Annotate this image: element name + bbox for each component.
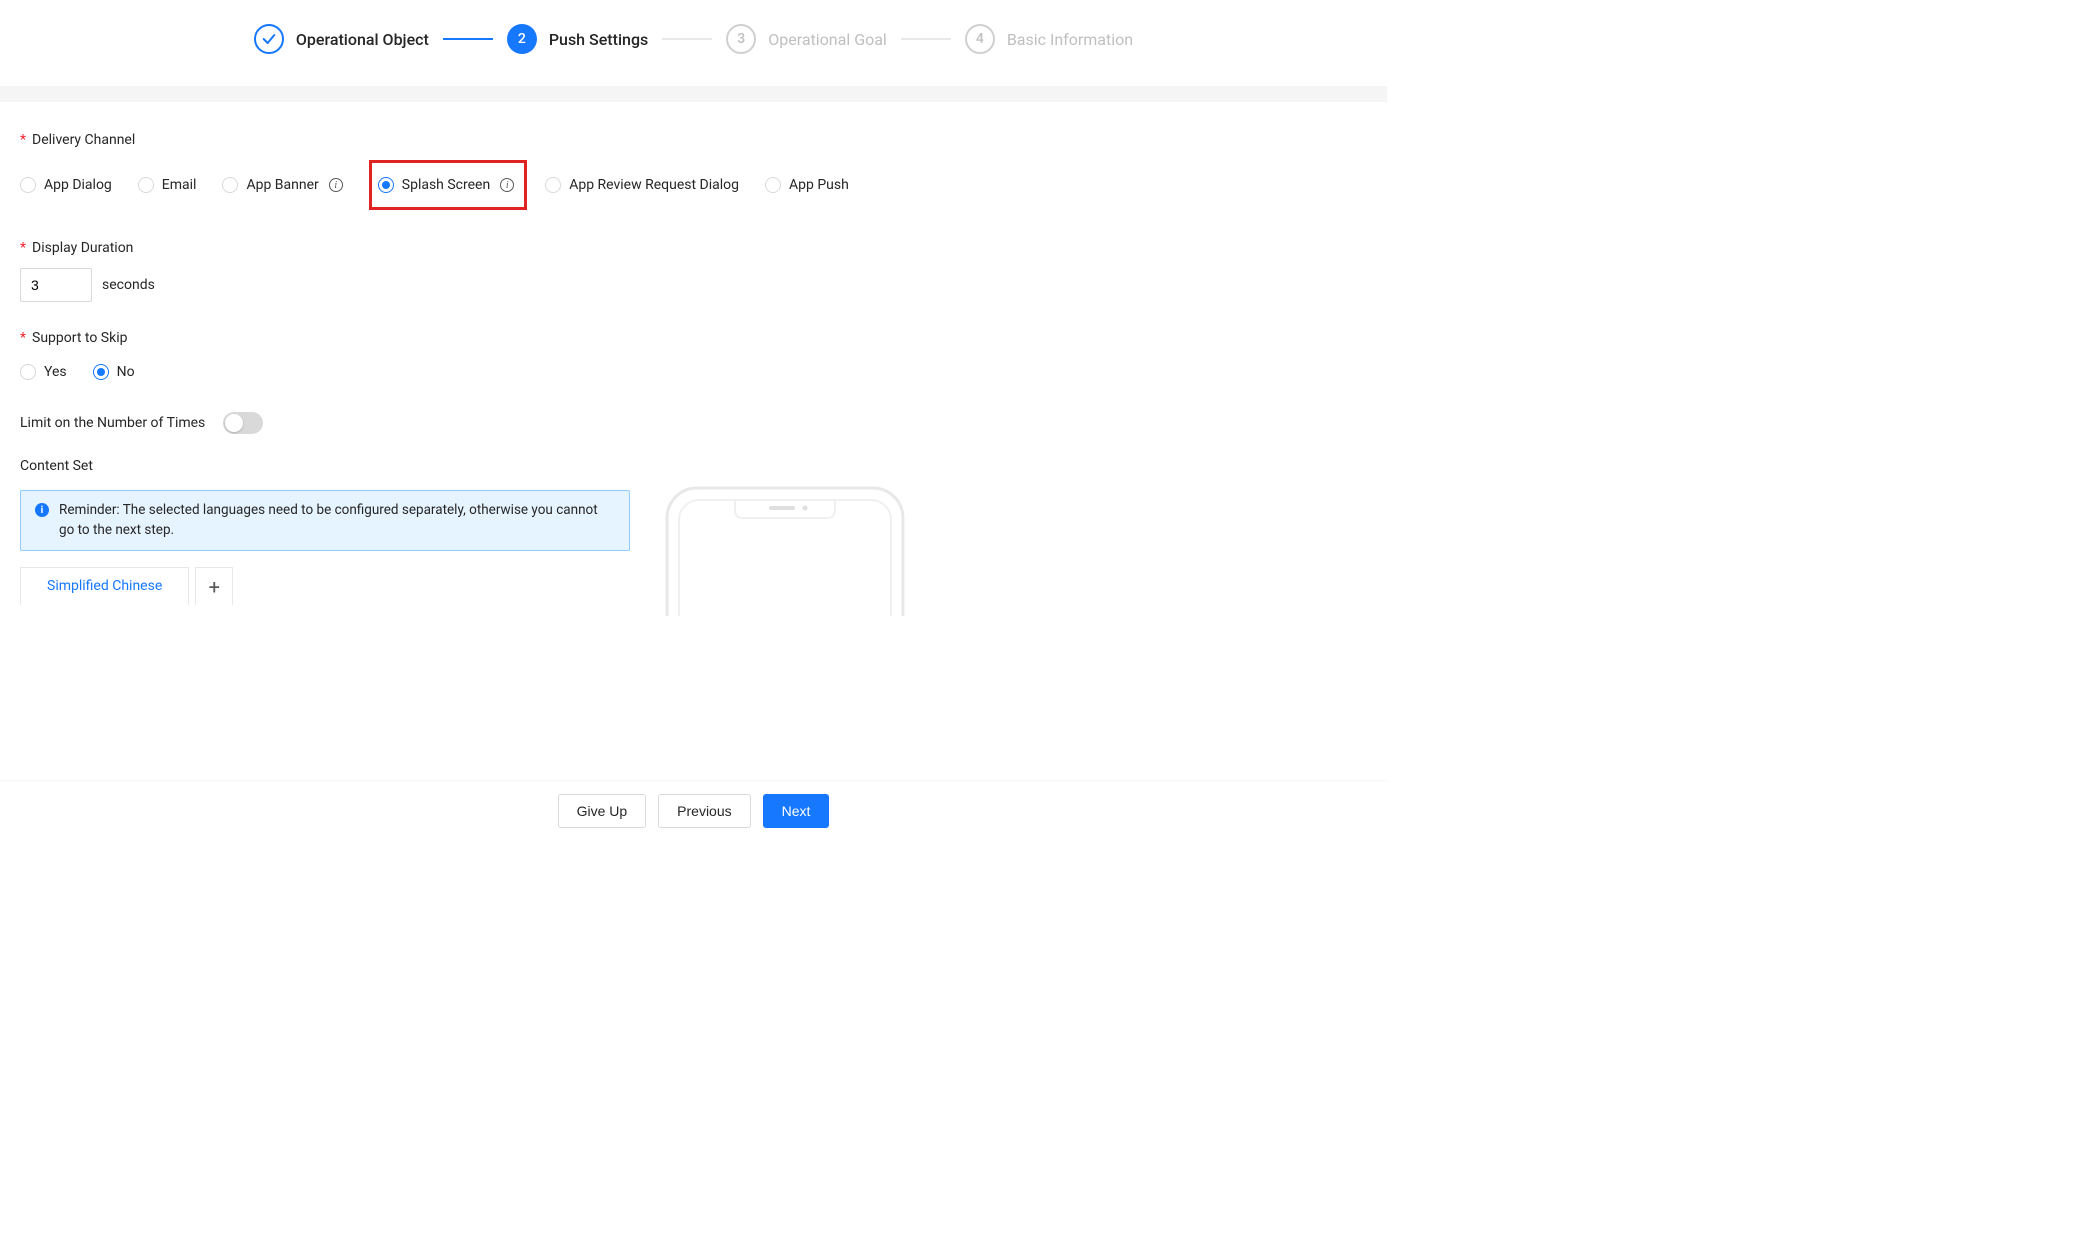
radio-splash-screen[interactable]: Splash Screen i bbox=[378, 171, 514, 199]
step-number: 2 bbox=[507, 24, 537, 54]
radio-icon bbox=[93, 364, 109, 380]
radio-label: App Review Request Dialog bbox=[569, 177, 739, 193]
support-to-skip-label: * Support to Skip bbox=[20, 330, 1367, 346]
radio-label: App Banner bbox=[246, 177, 318, 193]
stepper: Operational Object 2 Push Settings 3 Ope… bbox=[0, 0, 1387, 86]
label-text: Display Duration bbox=[32, 240, 133, 256]
splash-screen-highlight: Splash Screen i bbox=[369, 160, 527, 210]
tab-simplified-chinese[interactable]: Simplified Chinese bbox=[20, 567, 189, 605]
radio-app-dialog[interactable]: App Dialog bbox=[20, 171, 112, 199]
required-star: * bbox=[20, 240, 26, 256]
radio-icon bbox=[20, 177, 36, 193]
step-label: Operational Goal bbox=[768, 30, 887, 49]
required-star: * bbox=[20, 330, 26, 346]
radio-app-banner[interactable]: App Banner i bbox=[222, 171, 342, 199]
display-duration-label: * Display Duration bbox=[20, 240, 1367, 256]
label-text: Delivery Channel bbox=[32, 132, 135, 148]
content-left: i Reminder: The selected languages need … bbox=[20, 486, 630, 605]
add-language-button[interactable]: + bbox=[195, 567, 233, 605]
radio-icon bbox=[378, 177, 394, 193]
step-label: Operational Object bbox=[296, 30, 429, 49]
radio-label: App Push bbox=[789, 177, 849, 193]
support-to-skip-options: Yes No bbox=[20, 358, 1367, 386]
radio-label: Splash Screen bbox=[402, 177, 490, 193]
radio-icon bbox=[20, 364, 36, 380]
language-tabs: Simplified Chinese + bbox=[20, 567, 630, 605]
reminder-text: Reminder: The selected languages need to… bbox=[59, 501, 615, 540]
step-label: Push Settings bbox=[549, 30, 648, 49]
limit-times-label: Limit on the Number of Times bbox=[20, 415, 205, 431]
checkmark-icon bbox=[254, 24, 284, 54]
step-push-settings[interactable]: 2 Push Settings bbox=[507, 24, 648, 54]
required-star: * bbox=[20, 132, 26, 148]
label-text: Support to Skip bbox=[32, 330, 127, 346]
next-button[interactable]: Next bbox=[763, 794, 830, 828]
step-connector bbox=[662, 38, 712, 40]
step-connector bbox=[443, 38, 493, 40]
reminder-banner: i Reminder: The selected languages need … bbox=[20, 490, 630, 551]
limit-times-row: Limit on the Number of Times bbox=[20, 412, 1367, 434]
display-duration-row: seconds bbox=[20, 268, 1367, 302]
step-basic-information[interactable]: 4 Basic Information bbox=[965, 24, 1133, 54]
content-set-label: Content Set bbox=[20, 458, 1367, 474]
radio-skip-yes[interactable]: Yes bbox=[20, 358, 67, 386]
info-icon: i bbox=[35, 503, 49, 517]
radio-icon bbox=[545, 177, 561, 193]
radio-icon bbox=[138, 177, 154, 193]
radio-label: No bbox=[117, 364, 135, 380]
delivery-channel-options: App Dialog Email App Banner i Splash Scr… bbox=[20, 160, 1367, 210]
step-number: 3 bbox=[726, 24, 756, 54]
phone-preview bbox=[660, 486, 910, 616]
radio-label: App Dialog bbox=[44, 177, 112, 193]
radio-email[interactable]: Email bbox=[138, 171, 197, 199]
radio-label: Yes bbox=[44, 364, 67, 380]
info-icon[interactable]: i bbox=[500, 178, 514, 192]
plus-icon: + bbox=[209, 575, 220, 599]
form-body: * Delivery Channel App Dialog Email App … bbox=[0, 102, 1387, 616]
step-number: 4 bbox=[965, 24, 995, 54]
delivery-channel-label: * Delivery Channel bbox=[20, 132, 1367, 148]
action-bar: Give Up Previous Next bbox=[0, 780, 1387, 840]
toggle-knob bbox=[225, 414, 243, 432]
divider-band bbox=[0, 86, 1387, 102]
step-operational-object[interactable]: Operational Object bbox=[254, 24, 429, 54]
radio-label: Email bbox=[162, 177, 197, 193]
content-wrap: i Reminder: The selected languages need … bbox=[20, 486, 1367, 616]
limit-times-toggle[interactable] bbox=[223, 412, 263, 434]
radio-icon bbox=[222, 177, 238, 193]
duration-unit: seconds bbox=[102, 277, 155, 293]
info-icon[interactable]: i bbox=[329, 178, 343, 192]
step-operational-goal[interactable]: 3 Operational Goal bbox=[726, 24, 887, 54]
step-label: Basic Information bbox=[1007, 30, 1133, 49]
phone-frame-icon bbox=[665, 486, 905, 616]
radio-app-review-request-dialog[interactable]: App Review Request Dialog bbox=[545, 171, 739, 199]
step-connector bbox=[901, 38, 951, 40]
display-duration-input[interactable] bbox=[20, 268, 92, 302]
previous-button[interactable]: Previous bbox=[658, 794, 750, 828]
radio-skip-no[interactable]: No bbox=[93, 358, 135, 386]
radio-icon bbox=[765, 177, 781, 193]
radio-app-push[interactable]: App Push bbox=[765, 171, 849, 199]
give-up-button[interactable]: Give Up bbox=[558, 794, 647, 828]
